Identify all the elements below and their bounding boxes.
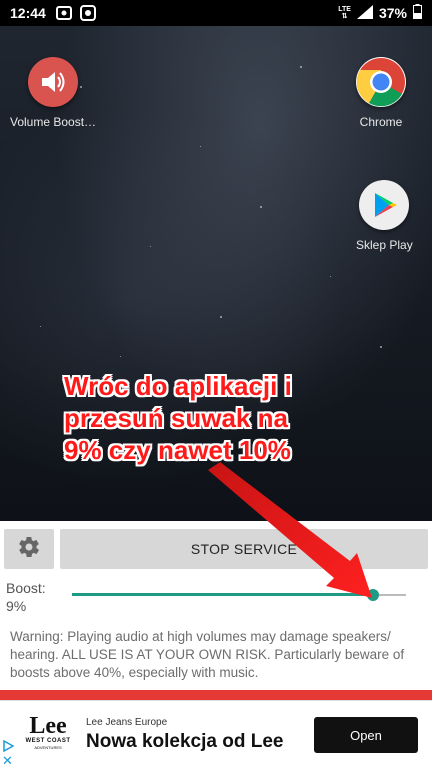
app-chrome[interactable]: Chrome — [356, 57, 406, 129]
app-label: Volume Boost… — [10, 115, 97, 129]
slider-thumb[interactable] — [366, 589, 379, 601]
status-bar: 12:44 LTE ⇅ 37% — [0, 0, 432, 26]
speaker-icon — [28, 57, 79, 107]
battery-icon — [413, 4, 422, 22]
annotation-line: przesuń suwak na — [64, 403, 288, 433]
app-label: Chrome — [359, 115, 403, 129]
slider-fill — [72, 593, 373, 596]
warning-text: Warning: Playing audio at high volumes m… — [10, 629, 405, 680]
annotation-line: Wróc do aplikacji i — [64, 371, 292, 401]
boost-caption: Boost: — [6, 580, 46, 596]
ad-banner[interactable]: Lee WEST COAST ADVENTURES Lee Jeans Euro… — [0, 700, 432, 768]
boost-label: Boost: 9% — [6, 579, 46, 615]
lee-logo: Lee WEST COAST ADVENTURES — [25, 713, 71, 750]
app-volume-booster[interactable]: Volume Boost… — [10, 57, 96, 129]
boost-slider[interactable] — [72, 587, 406, 603]
annotation-line: 9% czy nawet 10% — [64, 435, 291, 465]
lte-icon: LTE ⇅ — [338, 6, 351, 20]
adchoices-icon[interactable] — [2, 739, 15, 753]
boost-value: 9% — [6, 598, 27, 614]
stop-service-button[interactable]: STOP SERVICE — [60, 529, 428, 569]
signal-icon — [356, 4, 373, 22]
app-label: Sklep Play — [356, 238, 413, 252]
ad-close-icon[interactable]: ✕ — [2, 754, 14, 767]
chrome-icon — [356, 57, 406, 107]
instruction-annotation: Wróc do aplikacji i przesuń suwak na 9% … — [64, 370, 344, 466]
ad-open-button[interactable]: Open — [314, 717, 418, 753]
booster-panel: STOP SERVICE Boost: 9% Warning: Playing … — [0, 521, 432, 690]
ad-headline: Nowa kolekcja od Lee — [86, 731, 284, 752]
ad-divider — [0, 690, 432, 700]
clock: 12:44 — [10, 5, 46, 21]
ad-advertiser: Lee Jeans Europe — [86, 717, 168, 728]
settings-button[interactable] — [4, 529, 54, 569]
screenshot-notification-icon — [55, 6, 72, 20]
gear-icon — [17, 535, 41, 564]
app-notification-icon — [79, 5, 96, 21]
play-store-icon — [359, 180, 410, 230]
app-play-store[interactable]: Sklep Play — [356, 180, 413, 252]
battery-percentage: 37% — [378, 5, 407, 21]
